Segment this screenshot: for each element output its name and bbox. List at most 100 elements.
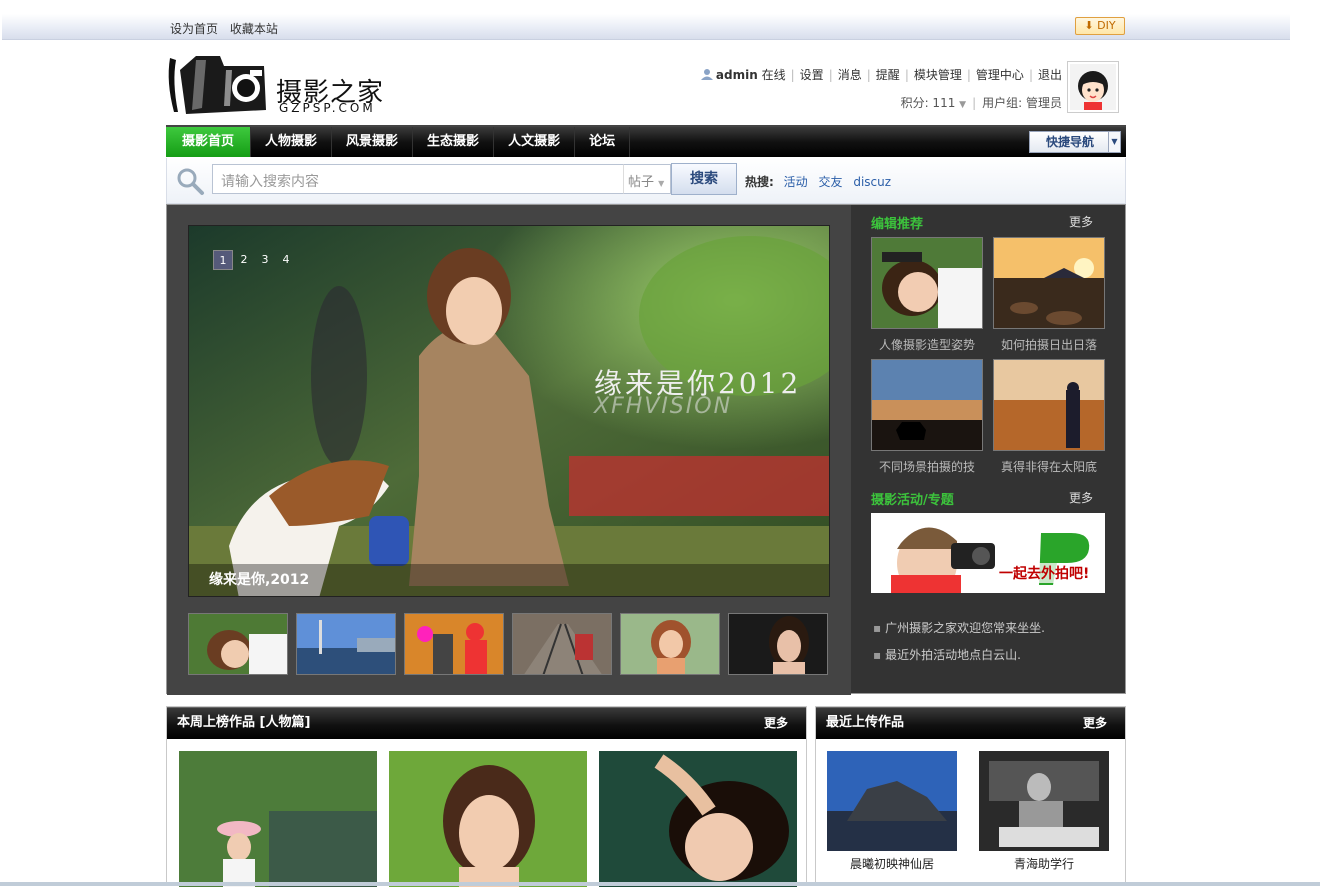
main-nav: 摄影首页 人物摄影 风景摄影 生态摄影 人文摄影 论坛 快捷导航 ▼	[166, 125, 1126, 157]
recommend-caption[interactable]: 真得非得在太阳底	[993, 458, 1105, 475]
search-button[interactable]: 搜索	[671, 163, 737, 195]
event-banner[interactable]: 一起去外拍吧!	[871, 513, 1105, 593]
weekly-photo[interactable]	[179, 751, 377, 887]
reminders-link[interactable]: 提醒	[876, 68, 900, 82]
hot-link-friends[interactable]: 交友	[818, 175, 842, 189]
nav-humanity[interactable]: 人文摄影	[494, 127, 576, 157]
thumbnail-image	[621, 614, 719, 674]
slide-photo	[189, 226, 829, 596]
username-link[interactable]: admin	[716, 68, 758, 82]
chevron-down-icon[interactable]: ▼	[959, 100, 966, 110]
recent-photo[interactable]	[979, 751, 1109, 851]
admin-center-link[interactable]: 管理中心	[976, 68, 1024, 82]
hot-label: 热搜:	[745, 175, 774, 189]
thumbnail[interactable]	[728, 613, 828, 675]
thumbnail-image	[189, 614, 287, 674]
slide-watermark-brand: XFHVISION	[594, 394, 733, 419]
recommend-caption[interactable]: 不同场景拍摄的技	[871, 458, 983, 475]
recommend-title: 编辑推荐	[871, 217, 924, 232]
recommend-image[interactable]	[871, 359, 983, 451]
weekly-photo[interactable]	[599, 751, 797, 887]
search-icon	[177, 168, 204, 195]
module-admin-link[interactable]: 模块管理	[914, 68, 962, 82]
notice-item[interactable]: 最近外拍活动地点白云山.	[873, 646, 1045, 663]
weekly-photo-image	[599, 751, 797, 887]
points-link[interactable]: 积分: 111	[901, 96, 956, 110]
chevron-down-icon: ▼	[1108, 132, 1120, 152]
slide-pager: 1 2 3 4	[213, 250, 297, 270]
nav-home[interactable]: 摄影首页	[166, 127, 252, 157]
weekly-photo-image	[179, 751, 377, 887]
recommend-caption[interactable]: 如何拍摄日出日落	[993, 336, 1105, 353]
recent-caption[interactable]: 青海助学行	[979, 855, 1109, 872]
bottom-border	[0, 882, 1320, 886]
thumbnail-image	[513, 614, 611, 674]
weekly-photo-image	[389, 751, 587, 887]
recommend-image[interactable]	[871, 237, 983, 329]
recommend-photo	[872, 238, 982, 328]
hot-searches: 热搜: 活动 交友 discuz	[745, 173, 898, 190]
online-status: 在线	[761, 68, 786, 82]
logo-camera-icon[interactable]	[166, 52, 270, 118]
recent-uploads-header: 最近上传作品 更多	[816, 707, 1125, 739]
search-input[interactable]: 请输入搜索内容	[212, 164, 624, 194]
diy-label: DIY	[1097, 19, 1116, 32]
nav-landscape[interactable]: 风景摄影	[332, 127, 414, 157]
slide-caption[interactable]: 缘来是你,2012	[189, 564, 829, 596]
recent-more-link[interactable]: 更多	[1083, 708, 1107, 738]
site-domain: GZPSP.COM	[279, 101, 376, 115]
slide-image[interactable]: 1 2 3 4 缘来是你2012 XFHVISION 缘来是你,2012	[188, 225, 830, 597]
weekly-more-link[interactable]: 更多	[764, 708, 788, 738]
weekly-top-header: 本周上榜作品 [人物篇] 更多	[167, 707, 806, 739]
hot-link-discuz[interactable]: discuz	[853, 175, 891, 189]
feature-area: 1 2 3 4 缘来是你2012 XFHVISION 缘来是你,2012 编辑推…	[166, 204, 1126, 695]
recent-photo[interactable]	[827, 751, 957, 851]
logout-link[interactable]: 退出	[1038, 68, 1062, 82]
diy-button[interactable]: ⬇ DIY	[1075, 17, 1125, 35]
quick-nav-label: 快捷导航	[1046, 135, 1095, 149]
recent-photo-image	[827, 751, 957, 851]
recommend-image[interactable]	[993, 359, 1105, 451]
user-icon	[700, 69, 713, 80]
slide-page-1[interactable]: 1	[213, 250, 233, 270]
slide-page-3[interactable]: 3	[255, 250, 275, 270]
notice-list: 广州摄影之家欢迎您常来坐坐. 最近外拍活动地点白云山.	[873, 619, 1045, 673]
bookmark-link[interactable]: 收藏本站	[230, 22, 278, 36]
user-group[interactable]: 用户组: 管理员	[982, 96, 1062, 110]
avatar[interactable]	[1067, 61, 1119, 113]
recent-uploads-panel: 最近上传作品 更多 晨曦初映神仙居 青海助学行	[815, 706, 1126, 886]
user-nav: admin 在线 | 设置 | 消息 | 提醒 | 模块管理 | 管理中心 | 退出	[700, 66, 1062, 83]
recommend-image[interactable]	[993, 237, 1105, 329]
slide-page-4[interactable]: 4	[276, 250, 296, 270]
weekly-photo[interactable]	[389, 751, 587, 887]
slide-page-2[interactable]: 2	[234, 250, 254, 270]
thumbnail[interactable]	[188, 613, 288, 675]
nav-forum[interactable]: 论坛	[575, 127, 631, 157]
events-more-link[interactable]: 更多	[1069, 489, 1093, 506]
nav-portrait[interactable]: 人物摄影	[251, 127, 333, 157]
chevron-down-icon: ▼	[658, 179, 665, 188]
events-title: 摄影活动/专题	[871, 493, 954, 508]
set-home-link[interactable]: 设为首页	[170, 22, 218, 36]
hot-link-activity[interactable]: 活动	[784, 175, 808, 189]
quick-nav-button[interactable]: 快捷导航 ▼	[1029, 131, 1121, 153]
recommend-caption[interactable]: 人像摄影造型姿势	[871, 336, 983, 353]
search-type-label: 帖子	[628, 175, 655, 190]
thumbnail-image	[405, 614, 503, 674]
recommend-photo	[994, 238, 1104, 328]
thumbnail-image	[297, 614, 395, 674]
thumbnail[interactable]	[512, 613, 612, 675]
user-info: 积分: 111 ▼ | 用户组: 管理员	[900, 96, 1062, 110]
thumbnail[interactable]	[296, 613, 396, 675]
messages-link[interactable]: 消息	[838, 68, 862, 82]
search-type-select[interactable]: 帖子 ▼	[623, 164, 671, 194]
nav-ecology[interactable]: 生态摄影	[413, 127, 495, 157]
recent-caption[interactable]: 晨曦初映神仙居	[827, 855, 957, 872]
slide-thumbnails	[188, 613, 830, 675]
recommend-more-link[interactable]: 更多	[1069, 213, 1093, 230]
thumbnail[interactable]	[404, 613, 504, 675]
thumbnail[interactable]	[620, 613, 720, 675]
notice-item[interactable]: 广州摄影之家欢迎您常来坐坐.	[873, 619, 1045, 636]
settings-link[interactable]: 设置	[800, 68, 824, 82]
down-arrow-icon: ⬇	[1084, 19, 1094, 32]
